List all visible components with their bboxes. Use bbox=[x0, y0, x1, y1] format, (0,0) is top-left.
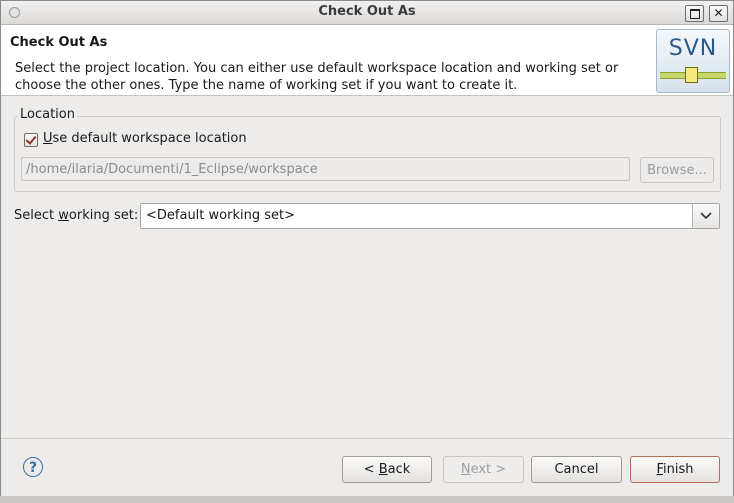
check-out-as-dialog: Check Out As ✕ Check Out As Select the p… bbox=[0, 0, 734, 503]
help-icon[interactable]: ? bbox=[23, 457, 43, 477]
svn-logo-knob bbox=[685, 67, 698, 83]
page-title: Check Out As bbox=[10, 35, 108, 50]
location-path-input[interactable]: /home/ilaria/Documenti/1_Eclipse/workspa… bbox=[21, 157, 630, 181]
finish-rest: inish bbox=[663, 462, 694, 477]
maximize-button[interactable] bbox=[685, 5, 704, 22]
label-rest: se default workspace location bbox=[52, 131, 247, 146]
svn-logo-text: SVN bbox=[668, 36, 718, 61]
mnemonic-b: B bbox=[378, 462, 388, 477]
finish-button[interactable]: Finish bbox=[630, 456, 720, 483]
working-set-combo[interactable]: <Default working set> bbox=[140, 203, 720, 229]
footer-separator bbox=[1, 438, 733, 439]
window-title: Check Out As bbox=[318, 4, 416, 19]
back-button[interactable]: < Back bbox=[342, 456, 432, 483]
next-rest: ext > bbox=[470, 462, 507, 477]
label-rest: orking set: bbox=[68, 208, 139, 223]
use-default-location-checkbox[interactable] bbox=[24, 133, 38, 147]
next-button[interactable]: Next > bbox=[443, 456, 524, 483]
location-group-label: Location bbox=[18, 107, 77, 122]
mnemonic-n: N bbox=[460, 462, 471, 477]
background-window-strip bbox=[0, 496, 734, 503]
title-bar: Check Out As ✕ bbox=[1, 1, 733, 25]
svn-logo-icon: SVN bbox=[656, 29, 730, 93]
working-set-value: <Default working set> bbox=[146, 208, 295, 223]
cancel-button[interactable]: Cancel bbox=[531, 456, 622, 483]
mnemonic-u: U bbox=[43, 131, 53, 146]
browse-button[interactable]: Browse... bbox=[640, 157, 714, 183]
back-prefix: < bbox=[363, 462, 379, 477]
close-button[interactable]: ✕ bbox=[709, 5, 728, 22]
wizard-header: Check Out As Select the project location… bbox=[1, 25, 733, 96]
label-prefix: Select bbox=[14, 208, 59, 223]
mnemonic-w: w bbox=[58, 208, 69, 223]
page-description: Select the project location. You can eit… bbox=[15, 61, 619, 93]
working-set-dropdown-button[interactable] bbox=[692, 204, 719, 228]
back-rest: ack bbox=[387, 462, 411, 477]
working-set-label: Select working set: bbox=[14, 208, 138, 223]
maximize-icon bbox=[689, 9, 700, 19]
chevron-down-icon bbox=[700, 212, 712, 220]
use-default-location-label[interactable]: Use default workspace location bbox=[43, 131, 247, 146]
